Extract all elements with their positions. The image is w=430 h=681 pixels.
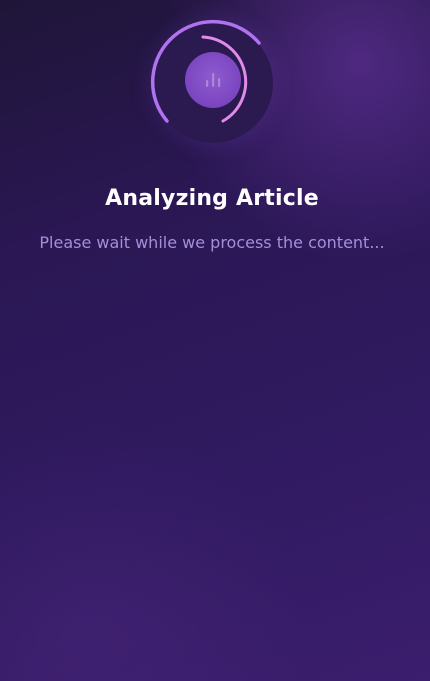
status-subtitle: Please wait while we process the content… [39, 233, 385, 252]
bar-chart-icon [206, 73, 221, 87]
center-badge [185, 52, 241, 108]
analyzing-screen: Analyzing Article Please wait while we p… [0, 0, 430, 681]
loading-spinner [145, 15, 275, 145]
status-title: Analyzing Article [105, 186, 319, 211]
